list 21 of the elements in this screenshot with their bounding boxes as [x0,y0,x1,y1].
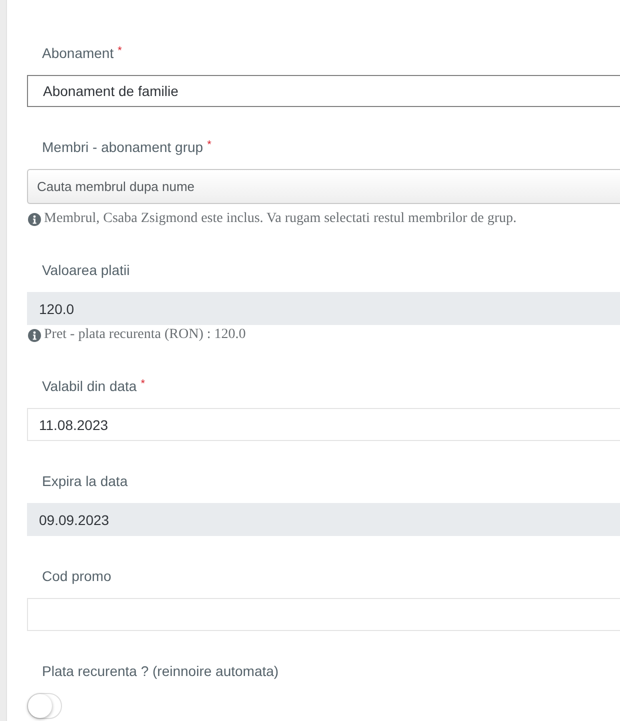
help-text: Pret - plata recurenta (RON) : 120.0 [44,326,246,344]
field-label: Valabil din data [42,377,137,396]
info-icon [28,328,41,342]
help-text: Membrul, Csaba Zsigmond este inclus. Va rugam selectati restul membrilor de grup. [44,210,517,228]
field-label: Membri - abonament grup [42,138,204,157]
input-field[interactable]: 120.0 [27,292,620,325]
toggle-switch[interactable] [27,693,62,719]
field-label: Expira la data [42,472,128,491]
select-field[interactable]: Abonament de familie [27,75,620,107]
info-icon [28,212,41,226]
required-asterisk: * [118,44,122,59]
input-field[interactable]: 11.08.2023 [27,408,620,441]
field-label: Abonament [42,44,114,63]
field-label: Valoarea platii [42,261,130,280]
input-field[interactable] [27,598,620,631]
required-asterisk: * [207,138,212,153]
field-label: Plata recurenta ? (reinnoire automata) [42,662,279,681]
input-field[interactable]: 09.09.2023 [27,503,620,536]
field-label: Cod promo [42,567,112,586]
search-field[interactable]: Cauta membrul dupa nume [27,169,620,204]
required-asterisk: * [140,377,145,392]
